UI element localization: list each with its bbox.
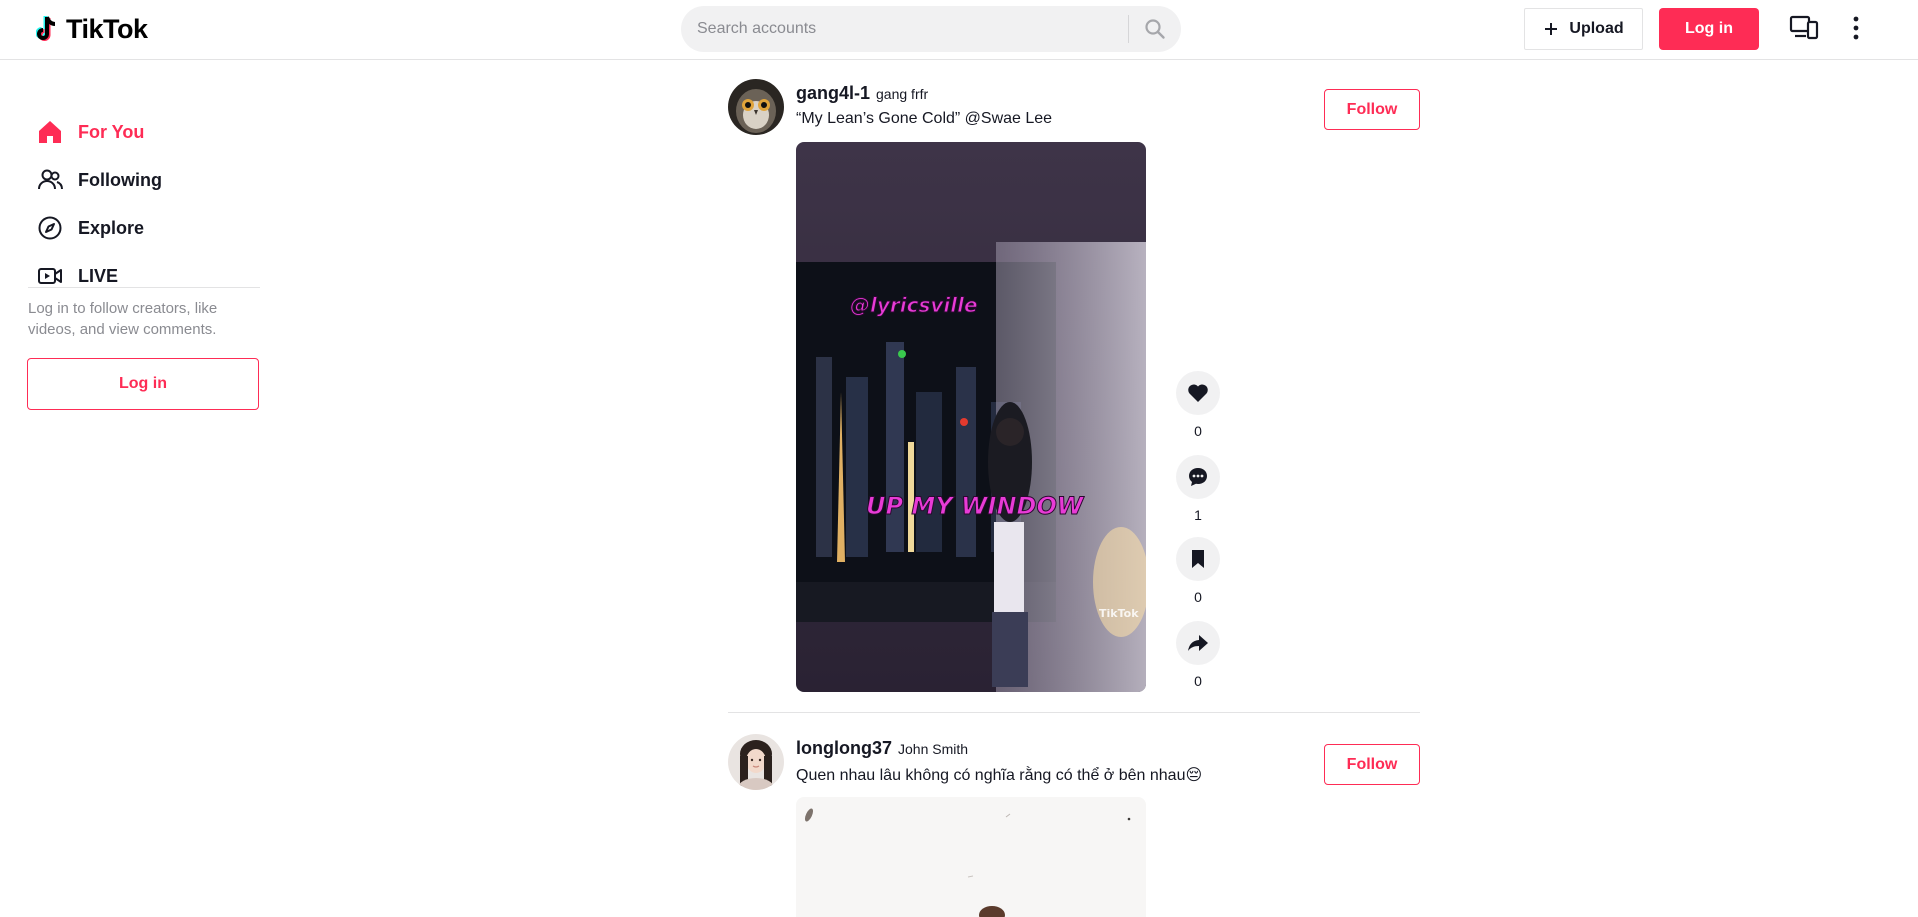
share-action: 0	[1176, 621, 1220, 689]
more-options-icon[interactable]	[1846, 14, 1866, 42]
sidebar-item-label: Following	[78, 169, 162, 190]
logo-text: TikTok	[66, 13, 148, 44]
nickname: John Smith	[898, 741, 969, 757]
sidebar-item-live[interactable]: LIVE	[36, 256, 256, 296]
save-action: 0	[1176, 537, 1220, 605]
get-app-device-icon[interactable]	[1789, 14, 1819, 42]
video-player[interactable]: @lyricsville UP MY WINDOW TikTok	[796, 142, 1146, 692]
search-icon	[1145, 19, 1165, 39]
header-login-button[interactable]: Log in	[1659, 8, 1759, 50]
post-divider	[728, 712, 1420, 713]
upload-button[interactable]: Upload	[1524, 8, 1643, 50]
heart-icon	[1188, 384, 1208, 402]
comment-count: 1	[1194, 507, 1202, 523]
search-input[interactable]	[681, 6, 1128, 52]
share-count: 0	[1194, 673, 1202, 689]
sidebar-item-label: Explore	[78, 217, 145, 238]
video-overlay-bottom: UP MY WINDOW	[866, 492, 1085, 520]
sidebar-item-following[interactable]: Following	[36, 160, 256, 200]
post-caption: “My Lean’s Gone Cold” @Swae Lee	[796, 110, 1053, 127]
nickname: gang frfr	[876, 86, 929, 102]
like-count: 0	[1194, 423, 1202, 439]
save-button[interactable]	[1176, 537, 1220, 581]
home-icon	[36, 118, 64, 146]
video-overlay-top: @lyricsville	[850, 293, 978, 317]
tiktok-logo-icon	[36, 16, 56, 41]
search-bar	[681, 6, 1181, 52]
feed-post: gang4l-1 gang frfr “My Lean’s Gone Cold”…	[728, 79, 1420, 699]
follow-button[interactable]: Follow	[1324, 744, 1420, 785]
comment-icon	[1189, 468, 1207, 486]
share-button[interactable]	[1176, 621, 1220, 665]
login-hint-text: Log in to follow creators, like videos, …	[28, 300, 218, 338]
sidebar-item-label: For You	[78, 121, 145, 142]
video-frame	[796, 797, 1146, 917]
top-header: TikTok Upload Log in	[0, 0, 1918, 60]
upload-label: Upload	[1569, 20, 1624, 37]
video-player[interactable]	[796, 797, 1146, 917]
plus-icon	[1545, 23, 1558, 35]
search-button[interactable]	[1129, 6, 1181, 52]
like-button[interactable]	[1176, 371, 1220, 415]
bookmark-icon	[1192, 550, 1204, 568]
comment-action: 1	[1176, 455, 1220, 523]
tiktok-logo[interactable]: TikTok	[36, 10, 148, 48]
username[interactable]: longlong37	[796, 738, 892, 759]
save-count: 0	[1194, 589, 1202, 605]
sidebar-item-explore[interactable]: Explore	[36, 208, 256, 248]
users-icon	[36, 166, 64, 194]
author-line: longlong37 John Smith	[796, 738, 968, 759]
sidebar-divider	[28, 287, 260, 288]
avatar[interactable]	[728, 79, 784, 135]
compass-icon	[36, 214, 64, 242]
sidebar-item-label: LIVE	[78, 265, 119, 286]
live-video-icon	[36, 262, 64, 290]
sidebar-login-button[interactable]: Log in	[27, 358, 259, 410]
follow-button[interactable]: Follow	[1324, 89, 1420, 130]
author-line: gang4l-1 gang frfr	[796, 83, 928, 104]
avatar[interactable]	[728, 734, 784, 790]
like-action: 0	[1176, 371, 1220, 439]
video-frame: @lyricsville UP MY WINDOW TikTok	[796, 142, 1146, 692]
feed-post: longlong37 John Smith Quen nhau lâu khôn…	[728, 734, 1420, 917]
comment-button[interactable]	[1176, 455, 1220, 499]
share-icon	[1188, 635, 1208, 651]
video-watermark: TikTok	[1099, 607, 1139, 620]
username[interactable]: gang4l-1	[796, 83, 870, 104]
sidebar-item-for-you[interactable]: For You	[36, 112, 256, 152]
post-caption: Quen nhau lâu không có nghĩa rằng có thể…	[796, 767, 1203, 784]
